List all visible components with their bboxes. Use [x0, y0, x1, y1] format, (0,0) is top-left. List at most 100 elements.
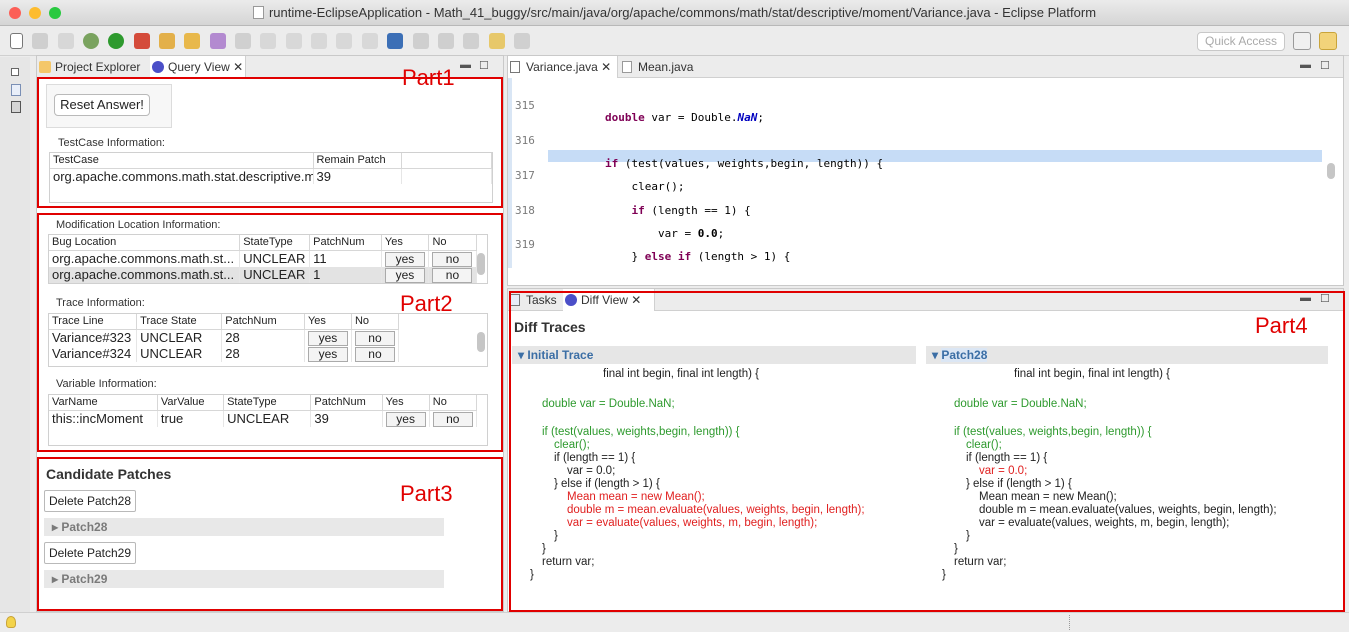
pin-icon[interactable]: [260, 33, 277, 49]
quick-access-input[interactable]: Quick Access: [1197, 32, 1285, 51]
column-header[interactable]: Trace State: [136, 314, 223, 330]
open-type-icon[interactable]: [159, 33, 176, 49]
modification-scrollbar[interactable]: [477, 253, 485, 275]
back-icon[interactable]: [488, 33, 505, 49]
no-button[interactable]: no: [354, 330, 395, 346]
column-header[interactable]: Yes: [381, 235, 430, 251]
delete-patch29-button[interactable]: Delete Patch29: [44, 542, 136, 564]
save-all-icon[interactable]: [57, 33, 74, 49]
tab-label: Project Explorer: [55, 60, 141, 74]
reset-answer-button[interactable]: Reset Answer!: [54, 94, 150, 116]
table-row[interactable]: Variance#324 UNCLEAR 28 yes no: [49, 345, 400, 362]
forward-icon[interactable]: [513, 33, 530, 49]
yes-cell: yes: [304, 329, 352, 346]
window-title: runtime-EclipseApplication - Math_41_bug…: [0, 0, 1349, 26]
task-icon[interactable]: [387, 33, 404, 49]
column-header-filler: [401, 153, 492, 169]
table-row[interactable]: org.apache.commons.math.stat.descriptive…: [50, 168, 492, 184]
column-header[interactable]: Remain Patch: [313, 153, 402, 169]
column-header[interactable]: No: [429, 395, 478, 411]
outline-icon[interactable]: [11, 84, 21, 96]
no-button[interactable]: no: [432, 411, 473, 427]
patch-header[interactable]: ▾ Patch28: [926, 346, 1328, 364]
block-icon[interactable]: [336, 33, 353, 49]
no-button[interactable]: no: [354, 346, 395, 362]
column-header[interactable]: Yes: [304, 314, 352, 330]
table-row[interactable]: this::incMoment true UNCLEAR 39 yes no: [49, 410, 478, 427]
expand-arrow-icon: ▸: [52, 520, 62, 534]
minimize-icon[interactable]: ▬: [460, 59, 471, 71]
yes-button[interactable]: yes: [384, 267, 425, 283]
external-tools-icon[interactable]: [133, 33, 150, 49]
yes-cell: yes: [381, 250, 430, 267]
column-header[interactable]: No: [351, 314, 400, 330]
no-cell: no: [428, 250, 477, 267]
column-header[interactable]: VarName: [49, 395, 158, 411]
column-header[interactable]: Bug Location: [49, 235, 241, 251]
code-editor[interactable]: double var = Double.NaN; if (test(values…: [552, 77, 1322, 269]
last-edit-icon[interactable]: [463, 33, 480, 49]
next-annotation-icon[interactable]: [412, 33, 429, 49]
maximize-icon[interactable]: ☐: [1320, 59, 1330, 72]
no-cell: no: [351, 329, 400, 346]
minimize-icon[interactable]: ▬: [1300, 59, 1311, 71]
initial-trace-label: Initial Trace: [527, 348, 594, 362]
column-header[interactable]: PatchNum: [310, 395, 383, 411]
trace-scrollbar[interactable]: [477, 332, 485, 352]
toggle-icon[interactable]: [285, 33, 302, 49]
tab-project-explorer[interactable]: Project Explorer: [37, 56, 149, 78]
column-header[interactable]: Trace Line: [49, 314, 138, 330]
column-header[interactable]: TestCase: [50, 153, 314, 169]
tab-variance-java[interactable]: Variance.java ✕: [508, 56, 618, 78]
open-perspective-icon[interactable]: [1293, 32, 1311, 50]
yes-button[interactable]: yes: [384, 251, 425, 267]
table-row[interactable]: org.apache.commons.math.st... UNCLEAR 11…: [49, 250, 477, 267]
column-header[interactable]: PatchNum: [221, 314, 305, 330]
prev-annotation-icon[interactable]: [437, 33, 454, 49]
run-icon[interactable]: [108, 33, 125, 49]
column-header[interactable]: StateType: [239, 235, 311, 251]
initial-trace-code: final int begin, final int length) { dou…: [530, 368, 865, 581]
column-header[interactable]: No: [428, 235, 477, 251]
left-trim-bar: [0, 57, 30, 612]
save-icon[interactable]: [32, 33, 49, 49]
task-list-icon[interactable]: [11, 101, 21, 113]
editor-scrollbar[interactable]: [1327, 163, 1335, 179]
yes-cell: yes: [382, 410, 430, 427]
mark-occurrences-icon[interactable]: [311, 33, 328, 49]
lightbulb-icon[interactable]: [6, 616, 16, 628]
column-header[interactable]: VarValue: [157, 395, 225, 411]
delete-patch28-button[interactable]: Delete Patch28: [44, 490, 136, 512]
column-header[interactable]: Yes: [382, 395, 430, 411]
yes-button[interactable]: yes: [307, 346, 348, 362]
table-row[interactable]: Variance#323 UNCLEAR 28 yes no: [49, 329, 400, 346]
no-button[interactable]: no: [432, 267, 473, 283]
editor-ruler: [508, 78, 512, 268]
patch28-section[interactable]: ▸ Patch28: [44, 518, 444, 536]
annotation-icon[interactable]: [209, 33, 226, 49]
line-number: 318: [515, 203, 535, 217]
tab-mean-java[interactable]: Mean.java: [620, 56, 710, 78]
initial-trace-header[interactable]: ▾ Initial Trace: [512, 346, 916, 364]
tab-query-view[interactable]: Query View ✕: [150, 56, 246, 78]
column-header[interactable]: StateType: [223, 395, 312, 411]
patch29-section[interactable]: ▸ Patch29: [44, 570, 444, 588]
search-icon[interactable]: [235, 33, 252, 49]
maximize-icon[interactable]: ☐: [479, 59, 489, 72]
restore-icon[interactable]: [11, 68, 19, 76]
table-row[interactable]: org.apache.commons.math.st... UNCLEAR 1 …: [49, 266, 477, 283]
whitespace-icon[interactable]: [361, 33, 378, 49]
java-perspective-icon[interactable]: [1319, 32, 1337, 50]
open-folder-icon[interactable]: [184, 33, 201, 49]
window-title-text: runtime-EclipseApplication - Math_41_bug…: [268, 5, 1097, 20]
debug-icon[interactable]: [83, 33, 100, 49]
yes-button[interactable]: yes: [385, 411, 426, 427]
patch-header-label: Patch28: [941, 348, 988, 362]
no-button[interactable]: no: [432, 251, 473, 267]
var-value-cell: true: [157, 410, 225, 427]
column-header[interactable]: PatchNum: [309, 235, 382, 251]
new-icon[interactable]: [10, 33, 23, 49]
document-icon: [252, 6, 264, 19]
modification-table: Bug Location StateType PatchNum Yes No o…: [48, 234, 488, 284]
yes-button[interactable]: yes: [307, 330, 348, 346]
